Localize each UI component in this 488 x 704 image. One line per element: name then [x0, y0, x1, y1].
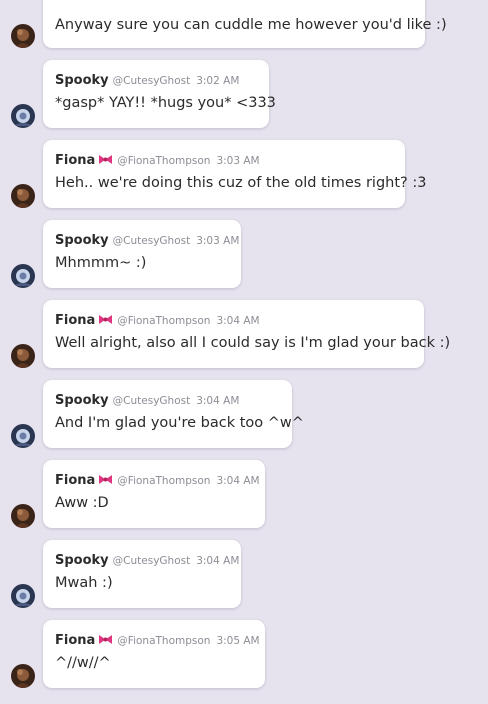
spooky-avatar[interactable] [11, 584, 35, 608]
author-name[interactable]: Spooky [55, 553, 109, 568]
message-header: Spooky @CutesyGhost 3:04 AM [55, 391, 239, 409]
author-handle: @CutesyGhost [112, 75, 191, 87]
author-handle: @CutesyGhost [112, 555, 191, 567]
message-bubble: Spooky @CutesyGhost 3:02 AM *gasp* YAY!! *… [43, 60, 276, 128]
author-name[interactable]: Spooky [55, 393, 109, 408]
message-header: Spooky @CutesyGhost 3:03 AM [55, 231, 239, 249]
message-header: Fiona @FionaThompson 3:04 AM [55, 311, 260, 329]
message-header: Fiona @FionaThompson 3:03 AM [55, 151, 260, 169]
spooky-avatar[interactable] [11, 264, 35, 288]
timestamp: 3:04 AM [196, 555, 240, 567]
timestamp: 3:04 AM [196, 395, 240, 407]
author-name[interactable]: Spooky [55, 73, 109, 88]
fiona-avatar[interactable] [11, 344, 35, 368]
author-handle: @FionaThompson [117, 155, 211, 167]
timestamp: 3:05 AM [216, 635, 260, 647]
author-handle: @FionaThompson [117, 315, 211, 327]
pink-bow-icon [98, 153, 113, 169]
message-bubble: Spooky @CutesyGhost 3:04 AM Mwah :) [43, 540, 241, 608]
author-name[interactable]: Fiona [55, 633, 95, 648]
author-handle: @CutesyGhost [112, 395, 191, 407]
message-header: Spooky @CutesyGhost 3:04 AM [55, 551, 239, 569]
author-handle: @CutesyGhost [112, 235, 191, 247]
timestamp: 3:04 AM [216, 475, 260, 487]
message-text: Heh.. we're doing this cuz of the old ti… [55, 175, 427, 191]
timestamp: 3:03 AM [196, 235, 240, 247]
fiona-avatar[interactable] [11, 184, 35, 208]
pink-bow-icon [98, 473, 113, 489]
message-bubble: Spooky @CutesyGhost 3:03 AM Mhmmm~ :) [43, 220, 241, 288]
timestamp: 3:03 AM [216, 155, 260, 167]
message-header: Spooky @CutesyGhost 3:02 AM [55, 71, 239, 89]
author-handle: @FionaThompson [117, 635, 211, 647]
message-text: ^//w//^ [55, 655, 111, 671]
message-text: Mwah :) [55, 575, 113, 591]
author-name[interactable]: Fiona [55, 153, 95, 168]
pink-bow-icon [98, 633, 113, 649]
message-header: Fiona @FionaThompson 3:05 AM [55, 631, 260, 649]
timestamp: 3:02 AM [196, 75, 240, 87]
message-text: Anyway sure you can cuddle me however yo… [55, 17, 447, 33]
message-bubble: Anyway sure you can cuddle me however yo… [43, 0, 447, 48]
spooky-avatar[interactable] [11, 424, 35, 448]
message-text: Mhmmm~ :) [55, 255, 147, 271]
fiona-avatar[interactable] [11, 504, 35, 528]
message-bubble: Spooky @CutesyGhost 3:04 AM And I'm glad y… [43, 380, 304, 448]
fiona-avatar[interactable] [11, 24, 35, 48]
message-header: Fiona @FionaThompson 3:04 AM [55, 471, 260, 489]
author-name[interactable]: Spooky [55, 233, 109, 248]
message-bubble: Fiona @FionaThompson 3:05 AM ^//w//^ [43, 620, 265, 688]
message-bubble: Fiona @FionaThompson 3:04 AM Well alright,… [43, 300, 450, 368]
spooky-avatar[interactable] [11, 104, 35, 128]
fiona-avatar[interactable] [11, 664, 35, 688]
author-name[interactable]: Fiona [55, 473, 95, 488]
message-text: Well alright, also all I could say is I'… [55, 335, 451, 351]
author-handle: @FionaThompson [117, 475, 211, 487]
timestamp: 3:04 AM [216, 315, 260, 327]
message-bubble: Fiona @FionaThompson 3:03 AM Heh.. we're d… [43, 140, 426, 208]
pink-bow-icon [98, 313, 113, 329]
message-text: Aww :D [55, 495, 109, 511]
message-bubble: Fiona @FionaThompson 3:04 AM Aww :D [43, 460, 265, 528]
author-name[interactable]: Fiona [55, 313, 95, 328]
message-text: *gasp* YAY!! *hugs you* <333 [55, 95, 276, 111]
message-text: And I'm glad you're back too ^w^ [55, 415, 304, 431]
